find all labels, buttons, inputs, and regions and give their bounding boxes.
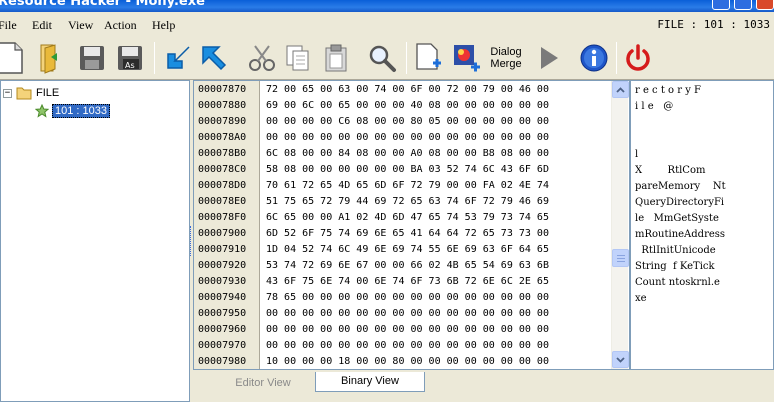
- run-button[interactable]: [530, 39, 566, 77]
- toolbar-separator: [154, 42, 155, 74]
- ascii-line: i l e @: [635, 101, 674, 112]
- resource-tree[interactable]: − FILE 101 : 1033: [0, 80, 190, 402]
- menu-file-label: File: [0, 18, 17, 32]
- ascii-line: mRoutineAddress: [635, 229, 726, 240]
- address-column: 00007870 00007880 00007890 000078A0 000078B0…: [194, 81, 260, 369]
- svg-text:As: As: [125, 61, 135, 70]
- ascii-line: Count ntoskrnl.e: [635, 277, 720, 288]
- cut-button[interactable]: [244, 39, 280, 77]
- tab-binary-view[interactable]: Binary View: [315, 372, 425, 392]
- find-button[interactable]: [364, 39, 400, 77]
- dialog-merger-icon: Dialog Merge: [490, 46, 521, 70]
- search-icon: [369, 45, 396, 72]
- chevron-up-icon: [616, 86, 625, 93]
- dialog-merger-label-2: Merge: [490, 58, 522, 70]
- ascii-view[interactable]: r e c t o r y F i l e @ l X RtlCom pareMemor…: [630, 80, 774, 370]
- tree-item-resource[interactable]: 101 : 1033: [35, 103, 110, 119]
- ascii-line: X RtlCom: [635, 165, 706, 176]
- save-as-icon: As: [118, 46, 142, 70]
- resource-info: FILE : 101 : 1033: [657, 18, 770, 31]
- paste-button[interactable]: [318, 39, 354, 77]
- tab-editor-view[interactable]: Editor View: [213, 374, 313, 394]
- maximize-button[interactable]: [734, 0, 752, 10]
- hex-bytes[interactable]: 10 00 00 00 18 00 00 80 00 00 00 00 00 0…: [266, 353, 549, 371]
- about-button[interactable]: [576, 39, 612, 77]
- ascii-line: String f KeTick: [635, 261, 715, 272]
- menu-bar: File Edit View Action Help FILE : 101 : …: [0, 12, 774, 36]
- folder-icon: [16, 87, 32, 100]
- ascii-line: le MmGetSyste: [635, 213, 719, 224]
- ascii-line: QueryDirectoryFi: [635, 197, 725, 208]
- scroll-up-button[interactable]: [612, 81, 629, 98]
- ascii-line: pareMemory Nt: [635, 181, 726, 192]
- about-icon: [580, 44, 608, 72]
- toolbar: As Dialog Merge: [0, 36, 774, 80]
- new-file-icon: [0, 42, 23, 74]
- window-title: Resource Hacker - Mony.exe: [0, 0, 205, 9]
- vertical-scrollbar[interactable]: [611, 81, 629, 369]
- menu-help-label: Help: [152, 18, 176, 32]
- chevron-down-icon: [616, 356, 625, 363]
- scroll-thumb[interactable]: [612, 249, 629, 267]
- hex-address: 00007980: [198, 356, 247, 367]
- ascii-line: l: [635, 149, 639, 160]
- menu-action-label: Action: [104, 18, 137, 32]
- save-button[interactable]: [74, 39, 110, 77]
- minimize-button[interactable]: [712, 0, 730, 10]
- toolbar-separator: [616, 42, 617, 74]
- add-resource-icon: [416, 43, 441, 70]
- grip-line: [617, 258, 625, 259]
- menu-file[interactable]: File: [0, 18, 17, 33]
- add-image-icon: [454, 45, 480, 72]
- exit-button[interactable]: [620, 39, 656, 77]
- hex-view[interactable]: 00007870 00007880 00007890 000078A0 000078B0…: [193, 80, 630, 370]
- tree-item-label: 101 : 1033: [52, 104, 110, 118]
- run-icon: [541, 47, 558, 69]
- menu-action[interactable]: Action: [104, 18, 137, 33]
- menu-view-label: View: [68, 18, 94, 32]
- grip-line: [617, 261, 625, 262]
- close-button[interactable]: [756, 0, 774, 10]
- ascii-line: RtlInitUnicode: [635, 245, 716, 256]
- tree-item-file[interactable]: − FILE: [3, 85, 59, 101]
- open-folder-icon: [40, 44, 57, 74]
- import-arrow-icon: [167, 46, 190, 69]
- view-tabs: Editor View Binary View: [193, 372, 774, 402]
- scroll-down-button[interactable]: [612, 351, 629, 368]
- title-bar: Resource Hacker - Mony.exe: [0, 0, 774, 12]
- export-arrow-icon: [202, 46, 227, 71]
- toolbar-separator: [406, 42, 407, 74]
- menu-help[interactable]: Help: [152, 18, 175, 33]
- exit-icon: [626, 44, 650, 71]
- save-icon: [80, 46, 104, 70]
- save-as-button[interactable]: As: [112, 39, 148, 77]
- dialog-merger-button[interactable]: Dialog Merge: [486, 39, 526, 77]
- paste-icon: [325, 44, 347, 72]
- star-icon: [35, 104, 49, 118]
- tree-expander[interactable]: −: [3, 88, 12, 98]
- new-button[interactable]: [0, 39, 28, 77]
- open-button[interactable]: [32, 39, 68, 77]
- ascii-line: r e c t o r y F: [635, 85, 701, 96]
- dialog-merger-label-1: Dialog: [490, 46, 522, 58]
- menu-view[interactable]: View: [68, 18, 93, 33]
- add-image-button[interactable]: [448, 39, 484, 77]
- menu-edit-label: Edit: [32, 18, 52, 32]
- copy-button[interactable]: [280, 39, 316, 77]
- export-button[interactable]: [196, 39, 232, 77]
- import-button[interactable]: [160, 39, 196, 77]
- grip-line: [617, 255, 625, 256]
- add-resource-button[interactable]: [410, 39, 446, 77]
- ascii-line: xe: [635, 293, 647, 304]
- tree-item-label: FILE: [36, 87, 60, 99]
- menu-edit[interactable]: Edit: [32, 18, 52, 33]
- cut-icon: [249, 45, 275, 71]
- copy-icon: [286, 45, 309, 71]
